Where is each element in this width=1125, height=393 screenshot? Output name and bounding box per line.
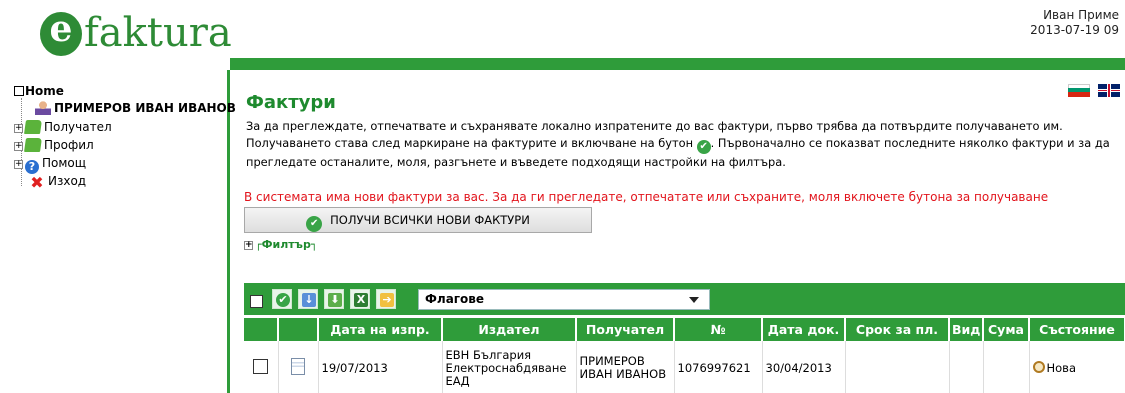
receive-button[interactable]: ✔ <box>272 289 292 309</box>
folder-icon <box>24 120 42 134</box>
expand-icon[interactable]: + <box>14 124 23 133</box>
chevron-down-icon <box>689 297 699 303</box>
col-recipient[interactable]: Получател <box>576 318 675 341</box>
nav-item-profile[interactable]: + Профил <box>14 137 94 153</box>
sidebar: Home ПРИМЕРОВ ИВАН ИВАНОВ + Получател + Пр… <box>0 70 236 393</box>
invoice-toolbar: ✔ ↓ ⬇ X ➔ Флагове <box>244 283 1125 315</box>
cell-number: 1076997621 <box>674 341 763 393</box>
cell-issuer: ЕВН България Електроснабдяване ЕАД <box>442 341 577 393</box>
bulgarian-flag-icon[interactable] <box>1068 84 1090 97</box>
nav-item-recipient[interactable]: + Получател <box>14 119 112 135</box>
table-row[interactable]: 19/07/2013 ЕВН България Електроснабдяван… <box>244 341 1125 393</box>
cell-status: Нова <box>1029 341 1125 393</box>
download-icon: ↓ <box>302 293 316 307</box>
status-magnifier-icon <box>1032 361 1045 373</box>
cell-amount <box>983 341 1030 393</box>
col-date-sent[interactable]: Дата на изпр. <box>318 318 443 341</box>
col-doc-date[interactable]: Дата док. <box>762 318 846 341</box>
header-divider <box>230 58 1125 70</box>
col-select <box>244 318 279 341</box>
check-icon: ✔ <box>276 293 290 307</box>
cell-date-sent: 19/07/2013 <box>318 341 443 393</box>
status-label: Нова <box>1046 361 1077 375</box>
excel-icon: X <box>354 293 368 307</box>
english-flag-icon[interactable] <box>1098 84 1120 97</box>
cell-doc-date: 30/04/2013 <box>762 341 846 393</box>
nav-home[interactable]: Home <box>14 84 64 98</box>
filter-toggle[interactable]: + ┌Филтър┐ <box>244 238 317 251</box>
col-due-date[interactable]: Срок за пл. <box>845 318 950 341</box>
select-all-checkbox[interactable] <box>246 289 266 309</box>
invoice-table: Дата на изпр. Издател Получател № Дата д… <box>244 318 1125 393</box>
folder-icon <box>24 138 42 152</box>
col-amount[interactable]: Сума <box>983 318 1030 341</box>
current-datetime: 2013-07-19 09 <box>1030 23 1119 37</box>
export-excel-button[interactable]: X <box>350 289 370 309</box>
efaktura-logo[interactable]: e faktura <box>10 8 232 60</box>
cell-due-date <box>845 341 950 393</box>
download-button[interactable]: ⬇ <box>324 289 344 309</box>
user-icon <box>35 101 51 115</box>
document-icon[interactable] <box>291 358 305 375</box>
logo-text: faktura <box>84 10 232 56</box>
user-name: Иван Приме <box>1043 8 1119 22</box>
download-selected-button[interactable]: ↓ <box>298 289 318 309</box>
col-status[interactable]: Състояние <box>1029 318 1125 341</box>
arrow-down-icon: ⬇ <box>328 293 342 307</box>
cell-kind <box>949 341 984 393</box>
help-icon: ? <box>25 160 39 174</box>
header: e faktura Иван Приме 2013-07-19 09 <box>0 0 1125 64</box>
export-button[interactable]: ➔ <box>376 289 396 309</box>
nav-item-exit[interactable]: ✖ Изход <box>29 173 86 192</box>
col-issuer[interactable]: Издател <box>442 318 577 341</box>
intro-text: За да преглеждате, отпечатвате и съхраня… <box>246 119 1110 169</box>
exit-icon: ✖ <box>30 173 44 192</box>
col-number[interactable]: № <box>674 318 763 341</box>
expand-icon[interactable]: + <box>244 241 253 250</box>
nav-item-help[interactable]: +? Помощ <box>14 155 86 174</box>
nav-item-user[interactable]: ПРИМЕРОВ ИВАН ИВАНОВ <box>35 100 236 116</box>
check-icon: ✔ <box>696 140 711 154</box>
row-checkbox[interactable] <box>253 359 269 374</box>
flags-dropdown[interactable]: Флагове <box>418 289 710 310</box>
user-info: Иван Приме 2013-07-19 09 <box>1030 8 1119 38</box>
expand-icon[interactable]: + <box>14 142 23 151</box>
export-icon: ➔ <box>380 293 394 307</box>
expand-icon[interactable]: + <box>14 160 23 169</box>
col-doc <box>278 318 319 341</box>
cell-recipient: ПРИМЕРОВ ИВАН ИВАНОВ <box>576 341 675 393</box>
get-all-new-invoices-button[interactable]: ✔ ПОЛУЧИ ВСИЧКИ НОВИ ФАКТУРИ <box>244 207 592 233</box>
check-icon: ✔ <box>306 216 323 232</box>
logo-e-badge: e <box>40 8 82 56</box>
new-invoices-alert: В системата има нови фактури за вас. За … <box>244 190 1049 204</box>
page-title: Фактури <box>246 92 336 113</box>
col-kind[interactable]: Вид <box>949 318 984 341</box>
table-header-row: Дата на изпр. Издател Получател № Дата д… <box>244 318 1125 341</box>
